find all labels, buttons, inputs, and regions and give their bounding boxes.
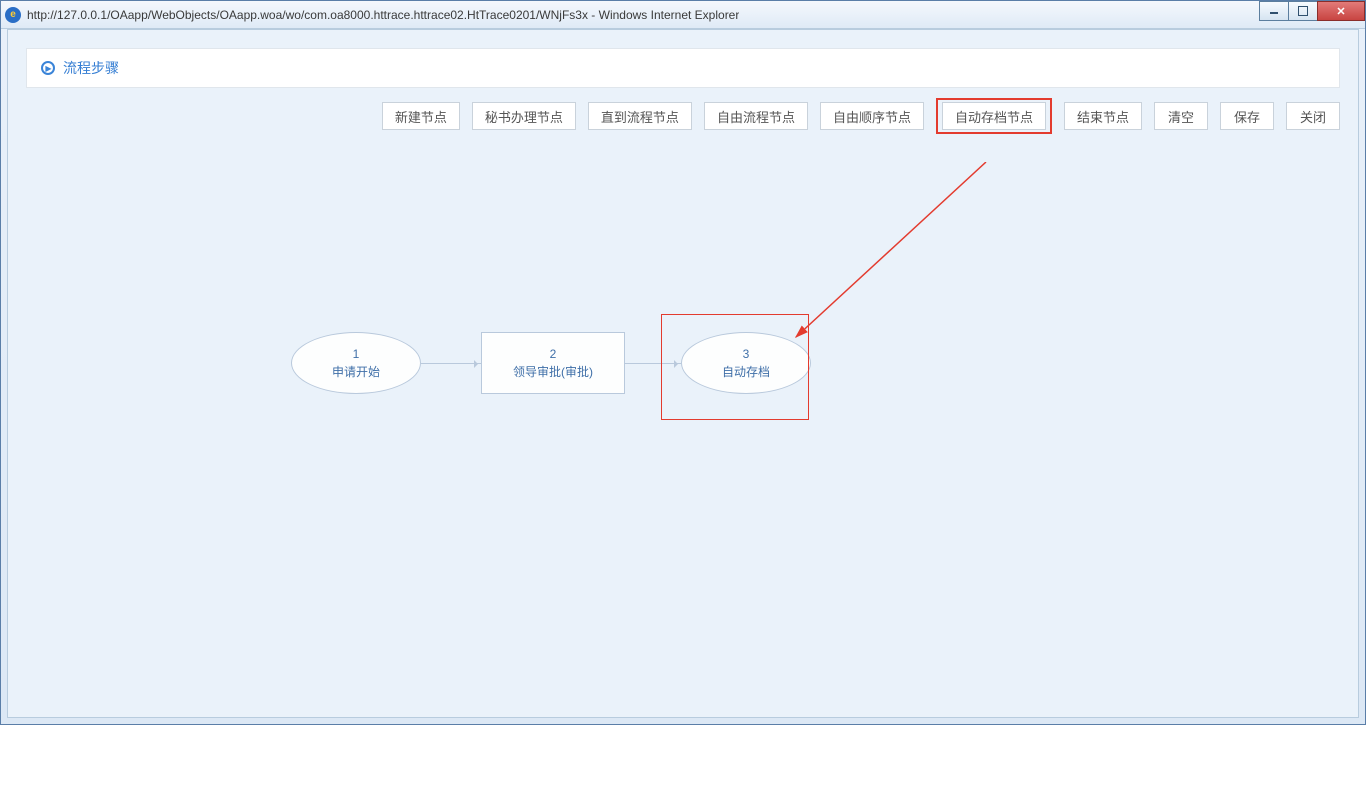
- toolbar: 新建节点 秘书办理节点 直到流程节点 自由流程节点 自由顺序节点 自动存档节点 …: [26, 102, 1340, 130]
- client-area: 流程步骤 新建节点 秘书办理节点 直到流程节点 自由流程节点 自由顺序节点 自动…: [7, 29, 1359, 718]
- play-circle-icon: [41, 61, 55, 75]
- window-controls: [1260, 1, 1365, 21]
- window-maximize-button[interactable]: [1288, 1, 1318, 21]
- window-title-text: http://127.0.0.1/OAapp/WebObjects/OAapp.…: [27, 8, 739, 22]
- highlight-auto-archive: 自动存档节点: [936, 98, 1052, 134]
- ie-icon: e: [5, 7, 21, 23]
- window-minimize-button[interactable]: [1259, 1, 1289, 21]
- node-number: 1: [353, 347, 360, 361]
- end-node-button[interactable]: 结束节点: [1064, 102, 1142, 130]
- connector-1-2: [421, 363, 481, 364]
- node-label: 申请开始: [332, 363, 380, 380]
- flow-canvas[interactable]: 1 申请开始 2 领导审批(审批) 3 自动存档: [26, 162, 1340, 699]
- annotation-arrow: [26, 162, 1346, 802]
- flow-node-2[interactable]: 2 领导审批(审批): [481, 332, 625, 394]
- node-label: 领导审批(审批): [513, 363, 593, 380]
- save-button[interactable]: 保存: [1220, 102, 1274, 130]
- auto-archive-node-button[interactable]: 自动存档节点: [942, 102, 1046, 130]
- window-close-button[interactable]: [1317, 1, 1365, 21]
- page-header-panel: 流程步骤: [26, 48, 1340, 88]
- close-button[interactable]: 关闭: [1286, 102, 1340, 130]
- clear-button[interactable]: 清空: [1154, 102, 1208, 130]
- highlight-target-box: [661, 314, 809, 420]
- secretary-node-button[interactable]: 秘书办理节点: [472, 102, 576, 130]
- flow-node-1[interactable]: 1 申请开始: [291, 332, 421, 394]
- new-node-button[interactable]: 新建节点: [382, 102, 460, 130]
- window-titlebar: e http://127.0.0.1/OAapp/WebObjects/OAap…: [1, 1, 1365, 29]
- page-title: 流程步骤: [63, 58, 119, 78]
- until-flow-node-button[interactable]: 直到流程节点: [588, 102, 692, 130]
- window-frame: e http://127.0.0.1/OAapp/WebObjects/OAap…: [0, 0, 1366, 725]
- free-flow-node-button[interactable]: 自由流程节点: [704, 102, 808, 130]
- node-number: 2: [550, 347, 557, 361]
- free-order-node-button[interactable]: 自由顺序节点: [820, 102, 924, 130]
